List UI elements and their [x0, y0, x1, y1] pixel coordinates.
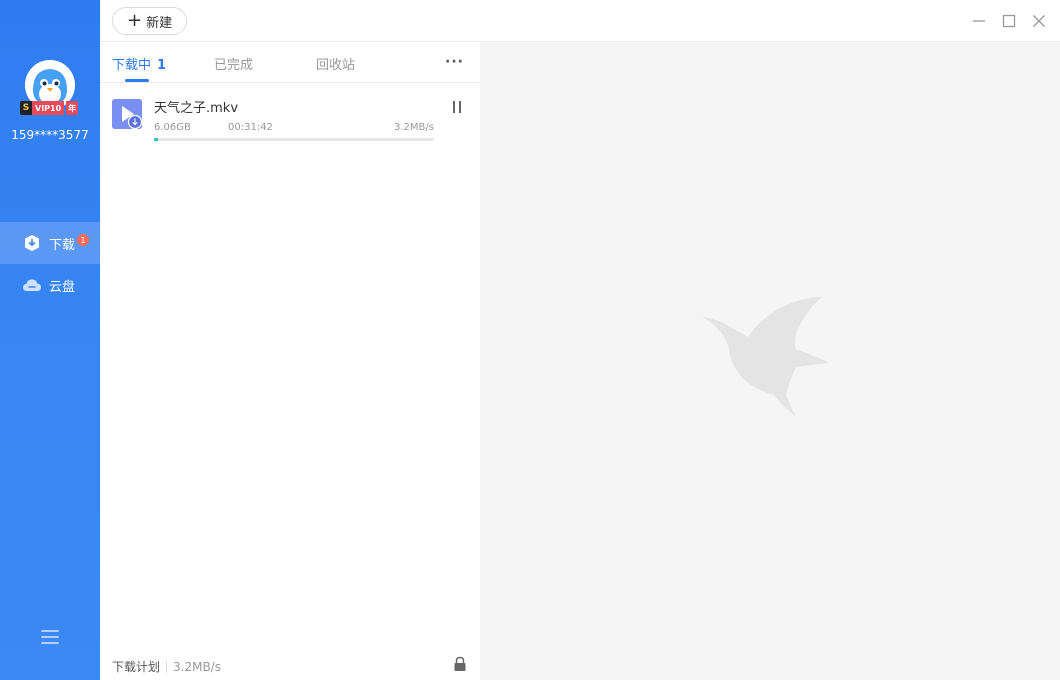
- vip-badge[interactable]: S VIP10 年: [20, 101, 79, 115]
- task-row[interactable]: 天气之子.mkv 6.06GB 00:31:42 3.2MB/s: [100, 88, 480, 146]
- download-shield-icon: [22, 233, 42, 253]
- sidebar-item-download[interactable]: 下载 1: [0, 222, 100, 264]
- vip-level-label: VIP10: [32, 101, 65, 115]
- close-icon[interactable]: [1030, 12, 1048, 30]
- task-file-name: 天气之子.mkv: [154, 101, 239, 116]
- top-bar: + 新建: [100, 0, 1060, 42]
- task-remaining-time: 00:31:42: [228, 122, 273, 133]
- new-button-label: 新建: [146, 15, 173, 31]
- tab-count: 1: [157, 58, 167, 73]
- vip-year-label: 年: [66, 101, 79, 115]
- detail-panel: [480, 42, 1060, 680]
- maximize-icon[interactable]: [1000, 12, 1018, 30]
- footer: 下载计划 3.2MB/s: [100, 646, 480, 680]
- video-file-icon: [112, 99, 143, 130]
- download-count-badge: 1: [77, 234, 90, 246]
- task-size: 6.06GB: [154, 122, 191, 133]
- new-task-button[interactable]: + 新建: [112, 7, 188, 35]
- pause-icon[interactable]: [451, 100, 463, 114]
- cloud-icon: [22, 275, 42, 295]
- sidebar-item-label: 云盘: [49, 279, 76, 295]
- sidebar-item-label: 下载: [49, 237, 76, 253]
- username: 159****3577: [11, 128, 89, 142]
- plus-icon: +: [127, 10, 143, 31]
- tab-underline: [125, 79, 149, 82]
- hummingbird-logo-icon: [700, 297, 830, 423]
- sidebar: S VIP10 年 159****3577 下载 1 云盘: [0, 0, 100, 680]
- vip-s-label: S: [20, 101, 32, 115]
- total-speed: 3.2MB/s: [173, 659, 221, 674]
- sidebar-item-cloud[interactable]: 云盘: [0, 264, 100, 306]
- tab-recycle-bin[interactable]: 回收站: [316, 54, 355, 73]
- task-progress-fill: [154, 138, 159, 141]
- lock-icon[interactable]: [453, 656, 467, 672]
- more-options-button[interactable]: ···: [445, 54, 464, 70]
- task-progress-bar: [154, 138, 434, 141]
- minimize-icon[interactable]: [970, 12, 988, 30]
- task-speed: 3.2MB/s: [394, 122, 434, 133]
- footer-divider: [166, 660, 168, 673]
- download-list-panel: 下载中 1 已完成 回收站 ··· 天气之子.mkv 6.06GB 00:31:4…: [100, 42, 480, 680]
- tab-bar: 下载中 1 已完成 回收站 ···: [100, 42, 480, 83]
- hamburger-menu-icon[interactable]: [40, 628, 60, 646]
- tab-downloading[interactable]: 下载中 1: [112, 54, 166, 73]
- download-plan-link[interactable]: 下载计划: [112, 658, 160, 675]
- tab-label: 下载中: [112, 58, 152, 73]
- tab-completed[interactable]: 已完成: [214, 54, 253, 73]
